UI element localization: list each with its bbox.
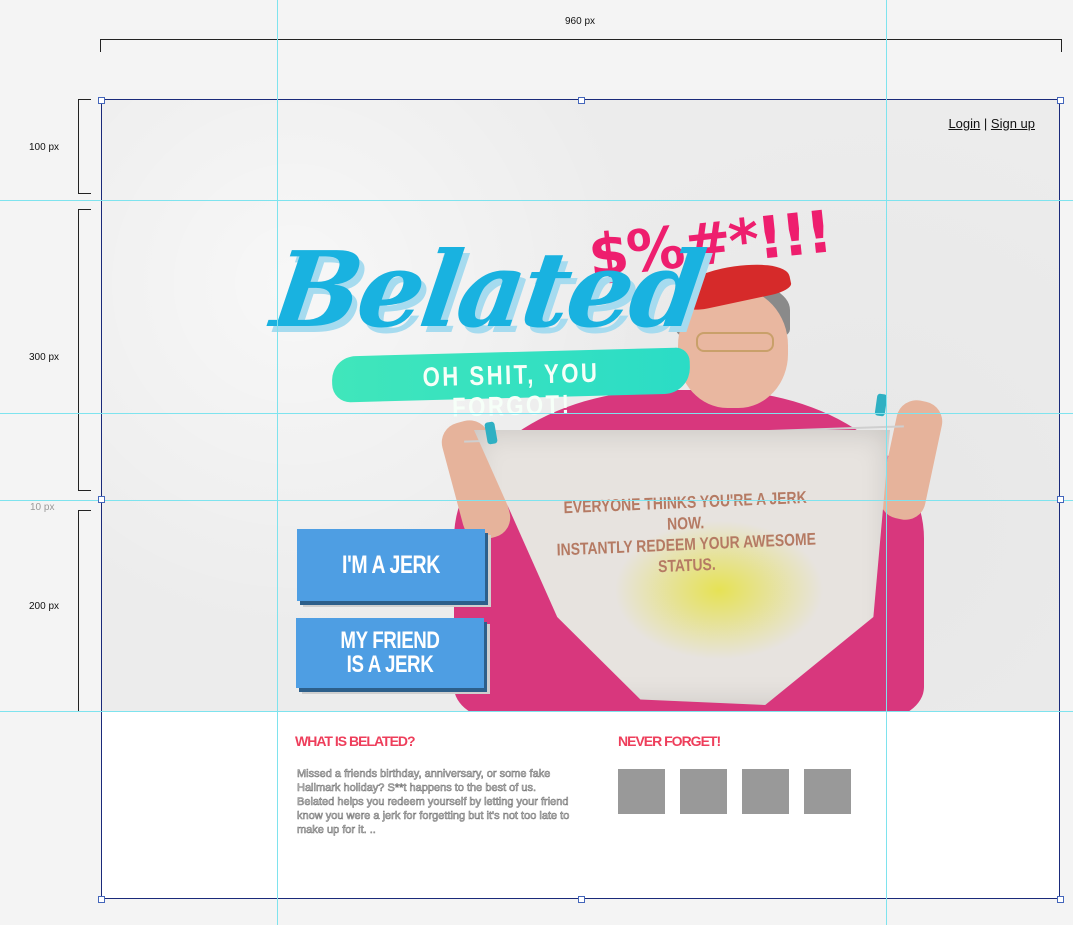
hero-dimension-label: 300 px — [29, 352, 60, 363]
im-a-jerk-button[interactable]: I'M A JERK — [297, 529, 485, 601]
never-forget-thumbnail-1[interactable] — [618, 769, 665, 814]
guide-line-vertical — [886, 0, 887, 925]
hero-dimension-bracket — [78, 209, 91, 491]
tagline-pill: OH SHIT, YOU FORGOT! — [331, 347, 691, 423]
selection-handle[interactable] — [578, 896, 585, 903]
about-title: WHAT IS BELATED? — [295, 733, 416, 749]
selection-handle[interactable] — [1057, 97, 1064, 104]
friend-label-line1: MY FRIEND — [340, 627, 440, 654]
never-forget-thumbnail-3[interactable] — [742, 769, 789, 814]
tagline-text: OH SHIT, YOU FORGOT! — [422, 357, 600, 423]
hero-section: Login | Sign up EVERYONE THINKS YOU'RE A… — [102, 100, 1059, 711]
cta-dimension-bracket — [78, 510, 91, 712]
guide-line-vertical — [277, 0, 278, 925]
cta-dimension-label: 200 px — [29, 601, 60, 612]
width-dimension-label: 960 px — [565, 16, 596, 27]
signup-link[interactable]: Sign up — [991, 116, 1035, 131]
auth-separator: | — [983, 116, 988, 131]
selection-handle[interactable] — [98, 896, 105, 903]
guide-line-horizontal — [0, 711, 1073, 712]
width-dimension-bracket — [100, 39, 1062, 52]
never-forget-thumbnail-2[interactable] — [680, 769, 727, 814]
selection-handle[interactable] — [98, 97, 105, 104]
my-friend-is-a-jerk-button[interactable]: MY FRIEND IS A JERK — [296, 618, 484, 688]
never-forget-thumbnail-4[interactable] — [804, 769, 851, 814]
login-link[interactable]: Login — [948, 116, 980, 131]
header-dimension-label: 100 px — [29, 142, 60, 153]
artboard: Login | Sign up EVERYONE THINKS YOU'RE A… — [101, 99, 1060, 899]
gap-dimension-label: 10 px — [30, 502, 55, 513]
selection-handle[interactable] — [1057, 496, 1064, 503]
friend-label-line2: IS A JERK — [346, 651, 434, 678]
header-dimension-bracket — [78, 99, 91, 194]
selection-handle[interactable] — [578, 97, 585, 104]
guide-line-horizontal — [0, 500, 1073, 501]
never-forget-title: NEVER FORGET! — [618, 733, 721, 749]
auth-links: Login | Sign up — [948, 116, 1035, 131]
im-a-jerk-label: I'M A JERK — [342, 551, 440, 579]
guide-line-horizontal — [0, 200, 1073, 201]
selection-handle[interactable] — [1057, 896, 1064, 903]
logo-wordmark: Belated — [265, 228, 710, 351]
about-body: Missed a friends birthday, anniversary, … — [297, 768, 570, 837]
guide-line-horizontal — [0, 413, 1073, 414]
selection-handle[interactable] — [98, 496, 105, 503]
glasses-icon — [696, 332, 774, 352]
